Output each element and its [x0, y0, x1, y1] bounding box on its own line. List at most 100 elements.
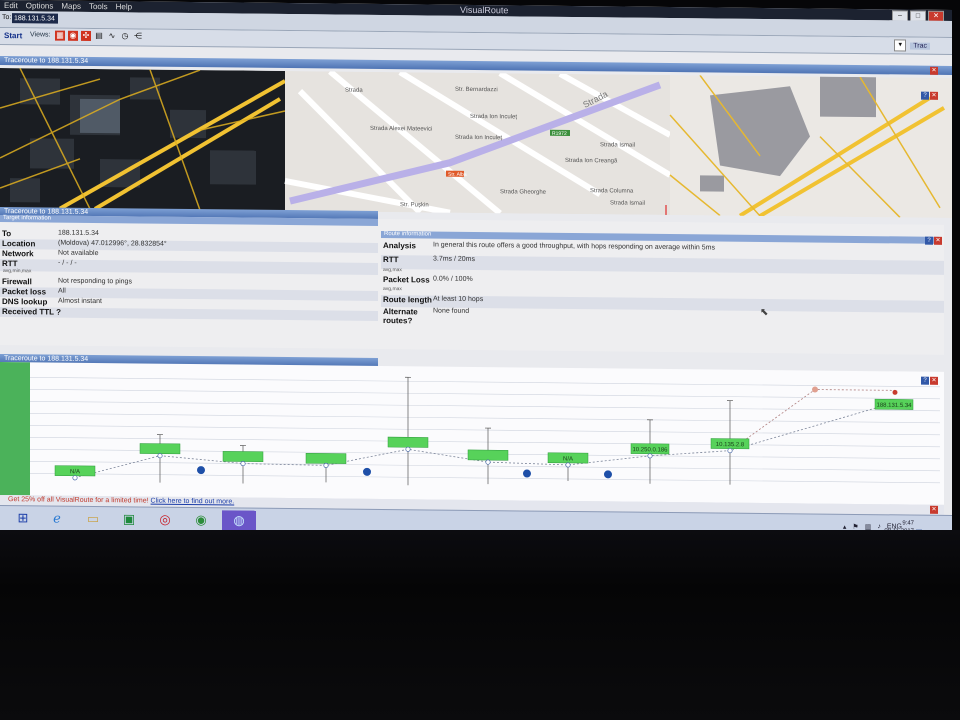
- map-label: Str. Pușkin: [400, 202, 429, 208]
- hop-point: [323, 462, 329, 468]
- map-label: Strada Columna: [590, 188, 634, 194]
- hop-graph[interactable]: N/A N/A 10.250.0.186 10.135.2.8 188.131.5.34: [0, 353, 944, 511]
- trace-controls: ? ✕: [925, 236, 942, 245]
- route-loss-row: Packet Loss 0.0% / 100%: [381, 275, 944, 293]
- route-length-label: Route length: [383, 295, 432, 305]
- menu-help[interactable]: Help: [116, 2, 132, 11]
- menu-tools[interactable]: Tools: [89, 2, 108, 11]
- hop-point: [157, 453, 163, 459]
- hop-point: [727, 448, 733, 454]
- hop-node: [467, 449, 509, 461]
- route-length-value: At least 10 hops: [433, 295, 484, 304]
- map-label: Str. Alba: [448, 172, 467, 178]
- excel-icon[interactable]: ▣: [116, 509, 142, 529]
- grid-view-icon[interactable]: ▤: [94, 31, 104, 41]
- promo-link[interactable]: Click here to find out more.: [151, 498, 235, 506]
- ttl-label: Received TTL ?: [2, 307, 61, 317]
- menu-options[interactable]: Options: [26, 1, 54, 10]
- packet-loss-label: Packet loss: [2, 287, 47, 297]
- menu-bar: Edit Options Maps Tools Help: [0, 1, 132, 11]
- hop-point: [240, 460, 246, 467]
- rtt-sub-label: avg,min,max: [3, 268, 32, 275]
- map-label: Strada Ion Inculeț: [470, 114, 517, 120]
- hop-label: N/A: [70, 469, 80, 475]
- help-icon[interactable]: ?: [921, 376, 929, 385]
- rtt-value: - / - / -: [58, 259, 77, 267]
- dns-label: DNS lookup: [2, 297, 48, 307]
- location-label: Location: [2, 239, 36, 249]
- globe-view-icon[interactable]: ◉: [68, 30, 78, 41]
- network-value: Not available: [58, 249, 99, 258]
- help-icon[interactable]: ?: [921, 91, 929, 100]
- promo-controls: ✕: [930, 505, 938, 514]
- chrome-icon[interactable]: ◉: [188, 510, 214, 530]
- hop-label: 10.135.2.8: [716, 442, 745, 448]
- hop-graph-sidebar: [0, 362, 30, 496]
- hop-label: 188.131.5.34: [876, 403, 912, 409]
- analysis-label: Analysis: [383, 241, 416, 251]
- network-view-icon[interactable]: ⋲: [133, 31, 143, 41]
- route-rtt-sub-label: avg,max: [383, 267, 402, 274]
- hop-point: [405, 446, 411, 452]
- road-number: R1972: [552, 131, 567, 137]
- screen: Edit Options Maps Tools Help VisualRoute…: [0, 0, 952, 546]
- to-value: 188.131.5.34: [58, 229, 99, 238]
- ie-icon[interactable]: ℯ: [44, 508, 70, 528]
- trace-button[interactable]: Trac: [910, 42, 930, 50]
- address-input[interactable]: [12, 13, 58, 24]
- map-view-icon[interactable]: ✣: [81, 30, 91, 41]
- map-label: Strada: [345, 88, 363, 94]
- map-panel-title: Traceroute to 188.131.5.34: [4, 57, 89, 65]
- hop-point: [565, 462, 571, 468]
- hop-graph-svg: N/A N/A 10.250.0.186 10.135.2.8 188.131.5.34: [0, 362, 944, 505]
- menu-edit[interactable]: Edit: [4, 1, 18, 10]
- help-icon[interactable]: ?: [925, 236, 933, 245]
- network-label: Network: [2, 249, 34, 259]
- graph-view-icon[interactable]: ∿: [107, 31, 117, 41]
- map-label: Strada Ismail: [610, 200, 645, 206]
- target-rtt-row: RTT - / - / -: [0, 259, 378, 275]
- alternate-label: Alternate routes?: [383, 307, 418, 326]
- hop-point: [72, 475, 78, 481]
- close-icon[interactable]: ✕: [934, 236, 942, 245]
- close-icon[interactable]: ✕: [930, 66, 938, 75]
- route-map[interactable]: Strada Str. Bernardazzi Strada Alexei Ma…: [0, 68, 952, 218]
- route-loss-value: 0.0% / 100%: [433, 275, 473, 283]
- view-icons: ▦ ◉ ✣ ▤ ∿ ◷ ⋲: [55, 30, 143, 42]
- to-label: To: [2, 229, 12, 239]
- close-icon[interactable]: ✕: [930, 505, 938, 514]
- opera-icon[interactable]: ◎: [152, 510, 178, 530]
- hop-point: [647, 453, 653, 459]
- route-rtt-value: 3.7ms / 20ms: [433, 255, 476, 263]
- close-icon[interactable]: ✕: [930, 376, 938, 385]
- toolbar-right: ▾ Trac: [894, 39, 930, 52]
- route-loss-sub-label: avg,max: [383, 286, 402, 293]
- firewall-label: Firewall: [2, 277, 32, 287]
- chevron-down-icon[interactable]: ▾: [894, 39, 907, 52]
- map-label: Strada Ismail: [600, 142, 635, 148]
- explorer-icon[interactable]: ▭: [80, 509, 106, 529]
- visualroute-icon[interactable]: ◍: [222, 510, 256, 531]
- window-title: VisualRoute: [460, 4, 509, 16]
- table-view-icon[interactable]: ▦: [55, 30, 65, 41]
- mouse-cursor-icon: ⬉: [760, 306, 769, 319]
- trace-details: Target information Route information ? ✕…: [0, 215, 944, 355]
- hop-label: 10.250.0.186: [632, 447, 668, 453]
- map-label: Str. Bernardazzi: [455, 87, 498, 93]
- map-controls: ? ✕: [921, 91, 938, 100]
- map-label: Strada Alexei Mateevici: [370, 126, 432, 133]
- views-label: Views:: [30, 31, 51, 39]
- graph-controls: ? ✕: [921, 376, 938, 385]
- map-label: Strada Ion Inculeț: [455, 135, 502, 141]
- clock-view-icon[interactable]: ◷: [120, 31, 130, 41]
- hop-label: N/A: [563, 456, 573, 462]
- menu-maps[interactable]: Maps: [61, 2, 81, 11]
- close-icon[interactable]: ✕: [930, 91, 938, 100]
- hop-node: [139, 443, 181, 455]
- map-label: Strada Ion Creangă: [565, 158, 618, 165]
- hop-point: [485, 459, 491, 465]
- start-button[interactable]: Start: [4, 31, 22, 40]
- start-icon[interactable]: ⊞: [10, 508, 36, 528]
- address-label: To:: [2, 14, 12, 22]
- map-panel-controls: ✕: [930, 66, 938, 75]
